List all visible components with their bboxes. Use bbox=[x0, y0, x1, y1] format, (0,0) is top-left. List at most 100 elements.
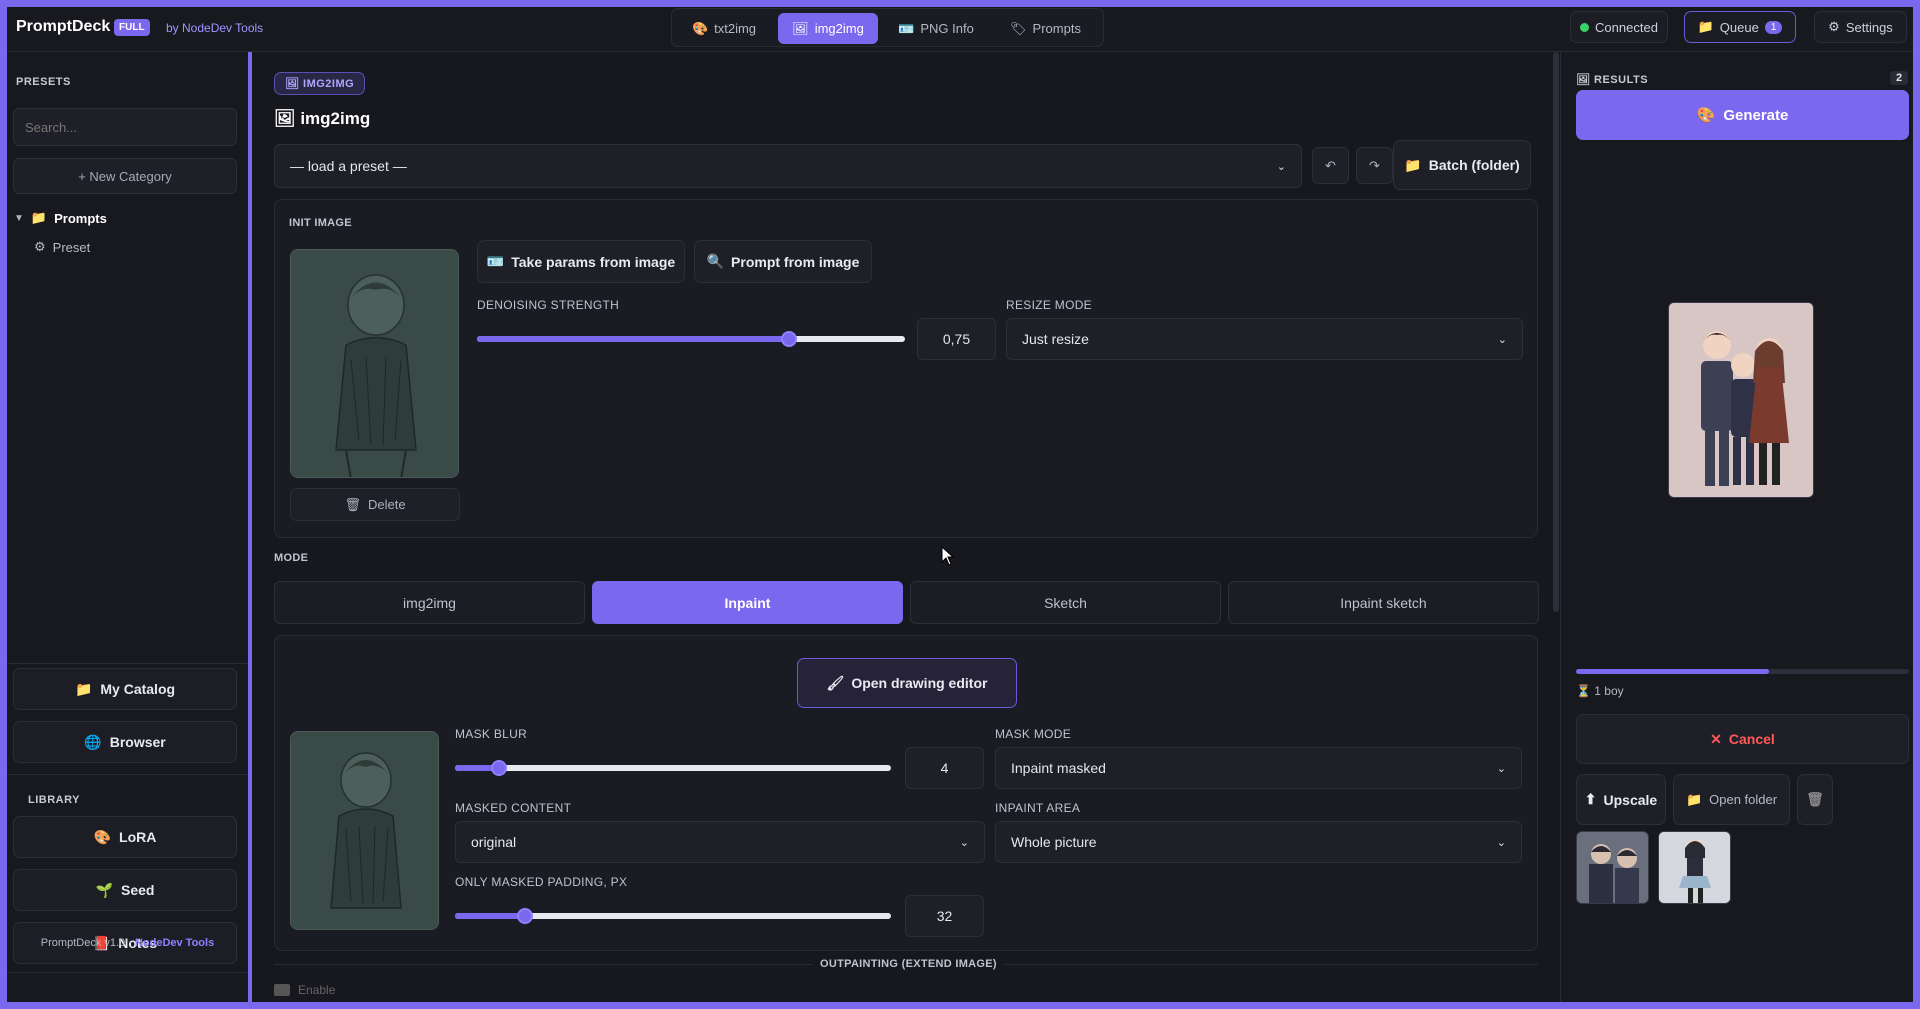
trash-icon: 🗑 bbox=[1806, 791, 1824, 807]
magnifier-icon: 🔍 bbox=[706, 253, 725, 269]
mode-img2img-button[interactable]: img2img bbox=[274, 581, 585, 624]
masked-content-select[interactable]: original ⌄ bbox=[455, 821, 985, 863]
result-preview-image[interactable] bbox=[1668, 302, 1814, 498]
slider-fill bbox=[455, 913, 525, 919]
mask-mode-select[interactable]: Inpaint masked ⌄ bbox=[995, 747, 1522, 789]
result-thumbnail[interactable] bbox=[1658, 831, 1731, 904]
main-panel: 🖼 IMG2IMG 🖼 img2img — load a preset — ⌄ … bbox=[252, 52, 1560, 1002]
slider-handle[interactable] bbox=[516, 908, 533, 924]
open-folder-button[interactable]: 📁 Open folder bbox=[1673, 774, 1790, 825]
results-count-badge: 2 bbox=[1890, 71, 1909, 85]
generate-button[interactable]: 🎨 Generate bbox=[1576, 90, 1909, 140]
character-image bbox=[291, 250, 458, 477]
queue-button[interactable]: 📁 Queue 1 bbox=[1684, 11, 1796, 43]
chevron-down-icon: ⌄ bbox=[959, 836, 969, 849]
redo-icon: ↷ bbox=[1369, 157, 1380, 173]
inpaint-area-label: INPAINT AREA bbox=[995, 801, 1081, 815]
browser-button[interactable]: 🌐 Browser bbox=[13, 721, 237, 763]
mask-image-thumbnail[interactable] bbox=[290, 731, 439, 930]
tab-png-info[interactable]: 🪪 PNG Info bbox=[884, 13, 988, 44]
enable-checkbox[interactable] bbox=[274, 984, 290, 996]
undo-button[interactable]: ↶ bbox=[1312, 147, 1349, 184]
results-panel: 🖼 RESULTS 2 🎨 Generate ⏳ 1 boy ✕ Cancel … bbox=[1560, 52, 1913, 1002]
app-window: PromptDeck FULL by NodeDev Tools 🎨 txt2im… bbox=[7, 7, 1913, 1002]
take-params-button[interactable]: 🪪 Take params from image bbox=[477, 240, 685, 283]
result-thumbnail[interactable] bbox=[1576, 831, 1649, 904]
denoising-slider[interactable] bbox=[477, 331, 905, 347]
sidebar-divider bbox=[7, 972, 248, 973]
slider-handle[interactable] bbox=[781, 331, 798, 347]
progress-status: ⏳ 1 boy bbox=[1576, 684, 1624, 698]
slider-handle[interactable] bbox=[490, 760, 507, 776]
library-lora-button[interactable]: 🎨 LoRA bbox=[13, 816, 237, 858]
page-title: 🖼 img2img bbox=[274, 109, 371, 128]
result-image bbox=[1577, 832, 1648, 903]
seedling-icon: 🌱 bbox=[95, 881, 113, 898]
chevron-down-icon: ⌄ bbox=[1276, 160, 1286, 173]
delete-result-button[interactable]: 🗑 bbox=[1797, 774, 1833, 825]
padding-value-input[interactable]: 32 bbox=[905, 895, 984, 937]
mask-blur-label: MASK BLUR bbox=[455, 727, 528, 741]
padding-label: ONLY MASKED PADDING, PX bbox=[455, 875, 628, 889]
mode-sketch-button[interactable]: Sketch bbox=[910, 581, 1221, 624]
delete-image-button[interactable]: 🗑 Delete bbox=[290, 488, 460, 521]
mask-blur-value-input[interactable]: 4 bbox=[905, 747, 984, 789]
chevron-down-icon: ⌄ bbox=[1496, 836, 1506, 849]
trash-icon: 🗑 bbox=[344, 496, 361, 512]
tab-txt2img[interactable]: 🎨 txt2img bbox=[676, 13, 772, 44]
padding-slider[interactable] bbox=[455, 908, 891, 924]
mode-inpaint-sketch-button[interactable]: Inpaint sketch bbox=[1228, 581, 1539, 624]
mode-inpaint-button[interactable]: Inpaint bbox=[592, 581, 903, 624]
masked-content-label: MASKED CONTENT bbox=[455, 801, 572, 815]
footer-link[interactable]: NodeDev Tools bbox=[135, 937, 214, 949]
folder-icon: 📁 bbox=[1697, 19, 1714, 34]
tag-icon: 🏷 bbox=[1010, 20, 1027, 36]
tab-img2img[interactable]: 🖼 img2img bbox=[778, 13, 878, 44]
inpaint-area-select[interactable]: Whole picture ⌄ bbox=[995, 821, 1522, 863]
outpainting-enable[interactable]: Enable bbox=[274, 983, 335, 997]
progress-fill bbox=[1576, 669, 1770, 674]
queue-count-badge: 1 bbox=[1764, 20, 1783, 34]
main-scrollbar[interactable] bbox=[1553, 52, 1559, 612]
library-seed-button[interactable]: 🌱 Seed bbox=[13, 869, 237, 911]
prompt-from-image-button[interactable]: 🔍 Prompt from image bbox=[694, 240, 872, 283]
open-drawing-editor-button[interactable]: 🖌 Open drawing editor bbox=[797, 658, 1017, 708]
upscale-button[interactable]: ⬆ Upscale bbox=[1576, 774, 1666, 825]
byline: by NodeDev Tools bbox=[166, 21, 264, 35]
tree-folder-prompts[interactable]: ▼ 📁 Prompts bbox=[14, 210, 107, 226]
card-icon: 🪪 bbox=[898, 20, 915, 36]
status-dot-icon bbox=[1580, 22, 1590, 32]
init-image-thumbnail[interactable] bbox=[290, 249, 459, 478]
cancel-button[interactable]: ✕ Cancel bbox=[1576, 714, 1909, 764]
card-icon: 🪪 bbox=[486, 253, 505, 269]
result-image bbox=[1659, 832, 1730, 903]
settings-button[interactable]: ⚙ Settings bbox=[1814, 11, 1907, 43]
preset-search-input[interactable] bbox=[13, 108, 237, 146]
arrow-up-icon: ⬆ bbox=[1584, 791, 1597, 807]
denoising-value-input[interactable]: 0,75 bbox=[917, 318, 996, 360]
preset-select[interactable]: — load a preset — ⌄ bbox=[274, 144, 1302, 188]
nav-tabs: 🎨 txt2img 🖼 img2img 🪪 PNG Info 🏷 Prompts bbox=[671, 8, 1104, 47]
my-catalog-button[interactable]: 📁 My Catalog bbox=[13, 668, 237, 710]
sidebar: PRESETS + New Category ▼ 📁 Prompts ⚙ Pre… bbox=[7, 52, 248, 1002]
presets-label: PRESETS bbox=[16, 76, 71, 88]
mouse-cursor-icon bbox=[941, 546, 955, 566]
mask-blur-slider[interactable] bbox=[455, 760, 891, 776]
mode-label: MODE bbox=[274, 552, 309, 564]
tree-item-preset[interactable]: ⚙ Preset bbox=[34, 239, 90, 255]
sidebar-divider bbox=[7, 663, 248, 664]
mask-mode-label: MASK MODE bbox=[995, 727, 1072, 741]
batch-folder-button[interactable]: 📁 Batch (folder) bbox=[1393, 140, 1531, 190]
new-category-button[interactable]: + New Category bbox=[13, 158, 237, 194]
redo-button[interactable]: ↷ bbox=[1356, 147, 1393, 184]
top-bar: PromptDeck FULL by NodeDev Tools 🎨 txt2im… bbox=[7, 7, 1913, 52]
caret-down-icon: ▼ bbox=[14, 212, 24, 224]
undo-icon: ↶ bbox=[1325, 157, 1336, 173]
results-label: 🖼 RESULTS bbox=[1576, 74, 1649, 86]
generation-progress-bar bbox=[1576, 669, 1909, 674]
tab-prompts[interactable]: 🏷 Prompts bbox=[992, 13, 1099, 44]
denoising-label: DENOISING STRENGTH bbox=[477, 298, 620, 312]
resize-mode-select[interactable]: Just resize ⌄ bbox=[1006, 318, 1523, 360]
connection-status: Connected bbox=[1570, 11, 1668, 43]
gear-icon: ⚙ bbox=[34, 239, 46, 254]
